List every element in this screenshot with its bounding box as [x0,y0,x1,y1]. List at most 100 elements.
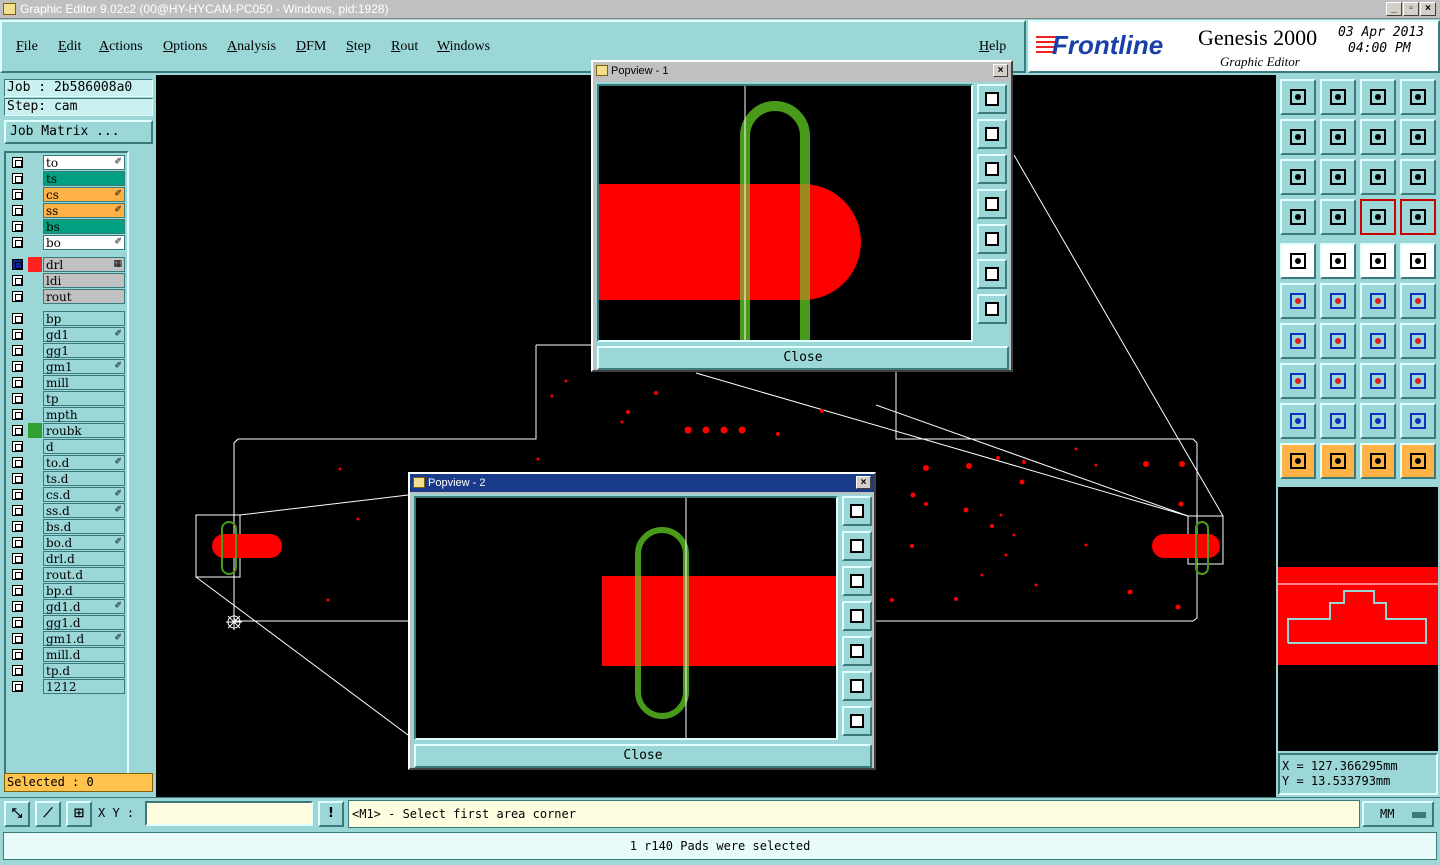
layer-checkbox[interactable] [12,601,23,612]
layer-name[interactable]: d [43,439,125,454]
layer-color-swatch[interactable] [28,257,42,272]
layer-checkbox[interactable] [12,237,23,248]
select-icon[interactable] [1280,443,1316,479]
popview-zoom-out-icon[interactable] [977,294,1007,324]
layer-row-tp[interactable]: tp [8,391,127,406]
layer-checkbox[interactable] [12,205,23,216]
layer-row-roubk[interactable]: roubk [8,423,127,438]
layer-checkbox[interactable] [12,617,23,628]
layer-name[interactable]: ts.d [43,471,125,486]
layer-row-ss[interactable]: ss ✐ [8,203,127,218]
pan-left-icon[interactable] [1280,119,1316,155]
snap-icon[interactable]: ⟋ [35,801,61,827]
layer-checkbox[interactable] [12,291,23,302]
popview-zoom-in-icon[interactable] [977,259,1007,289]
ruler-icon[interactable] [1360,243,1396,279]
popview-pan-right-icon[interactable] [842,636,872,666]
layer-checkbox[interactable] [12,313,23,324]
select-path-icon[interactable] [1400,443,1436,479]
layer-row-bs-d[interactable]: bs.d [8,519,127,534]
layer-row-d[interactable]: d [8,439,127,454]
layer-name[interactable]: ts [43,171,125,186]
layer-checkbox[interactable] [12,259,23,270]
popview-pan-right-icon[interactable] [977,224,1007,254]
layer-name[interactable]: tp [43,391,125,406]
layer-row-cs[interactable]: cs ✐ [8,187,127,202]
layer-name[interactable]: rout [43,289,125,304]
layer-checkbox[interactable] [12,275,23,286]
pan-up-icon[interactable] [1320,79,1356,115]
layer-name[interactable]: bp [43,311,125,326]
popview-zoom-fit-icon[interactable] [842,496,872,526]
layer-checkbox[interactable] [12,521,23,532]
menu-step[interactable]: Step [346,39,371,55]
help-icon[interactable] [1400,159,1436,195]
popview-pan-down-icon[interactable] [977,154,1007,184]
layer-row-1212[interactable]: 1212 [8,679,127,694]
layer-checkbox[interactable] [12,681,23,692]
layer-name[interactable]: drl ▦ [43,257,125,272]
layer-row-mill-d[interactable]: mill.d [8,647,127,662]
popview-pan-left-icon[interactable] [977,189,1007,219]
popview-1-view[interactable] [597,84,973,342]
layer-row-rout-d[interactable]: rout.d [8,567,127,582]
layer-checkbox[interactable] [12,393,23,404]
redraw-icon[interactable] [1400,119,1436,155]
rotate-icon[interactable] [1360,323,1396,359]
layer-checkbox[interactable] [12,409,23,420]
angle-icon[interactable] [1280,323,1316,359]
layer-row-bp-d[interactable]: bp.d [8,583,127,598]
layer-checkbox[interactable] [12,173,23,184]
move-node-icon[interactable] [1360,283,1396,319]
layer-row-to-d[interactable]: to.d ✐ [8,455,127,470]
grid-view-icon[interactable] [1320,199,1356,235]
layer-list[interactable]: to ✐ ts cs ✐ ss ✐ bs bo ✐ drl ▦ ldi rout bp gd1 ✐ gg1 gm1 ✐… [4,151,129,777]
popview-zoom-in-icon[interactable] [842,671,872,701]
layer-checkbox[interactable] [12,473,23,484]
polygon-icon[interactable] [1280,403,1316,439]
layer-name[interactable]: gg1 [43,343,125,358]
polygon-arc-icon[interactable] [1360,403,1396,439]
edit-line-icon[interactable] [1320,243,1356,279]
layer-row-gm1-d[interactable]: gm1.d ✐ [8,631,127,646]
layer-name[interactable]: gm1 ✐ [43,359,125,374]
popview-pan-up-icon[interactable] [977,119,1007,149]
layer-checkbox[interactable] [12,345,23,356]
layer-row-ts[interactable]: ts [8,171,127,186]
layer-name[interactable]: bo.d ✐ [43,535,125,550]
layer-row-rout[interactable]: rout [8,289,127,304]
layer-checkbox[interactable] [12,649,23,660]
layer-row-gd1[interactable]: gd1 ✐ [8,327,127,342]
popview-pan-left-icon[interactable] [842,601,872,631]
layer-name[interactable]: ss.d ✐ [43,503,125,518]
layer-checkbox[interactable] [12,665,23,676]
resize-icon[interactable] [1360,363,1396,399]
layer-row-drl-d[interactable]: drl.d [8,551,127,566]
layer-name[interactable]: mpth [43,407,125,422]
layer-checkbox[interactable] [12,329,23,340]
layer-row-tp-d[interactable]: tp.d [8,663,127,678]
layer-checkbox[interactable] [12,585,23,596]
snap-tool-icon[interactable] [1360,199,1396,235]
overview-preview[interactable] [1278,487,1438,751]
pad-select-icon[interactable] [1400,243,1436,279]
layer-checkbox[interactable] [12,221,23,232]
menu-dfm[interactable]: DFM [296,39,326,55]
layer-checkbox[interactable] [12,633,23,644]
popview-2-close-button[interactable]: Close [414,744,872,768]
popview-zoom-out-icon[interactable] [842,706,872,736]
layer-row-bp[interactable]: bp [8,311,127,326]
layer-checkbox[interactable] [12,189,23,200]
cross-icon[interactable] [1320,283,1356,319]
layer-name[interactable]: gg1.d [43,615,125,630]
layer-checkbox[interactable] [12,553,23,564]
layer-name[interactable]: gd1 ✐ [43,327,125,342]
job-matrix-button[interactable]: Job Matrix ... [4,120,153,144]
layer-name[interactable]: 1212 [43,679,125,694]
connect-icon[interactable] [1280,283,1316,319]
layer-row-bo[interactable]: bo ✐ [8,235,127,250]
home-icon[interactable] [1280,79,1316,115]
menu-actions[interactable]: Actions [99,39,143,55]
layer-name[interactable]: drl.d [43,551,125,566]
layer-name[interactable]: roubk [43,423,125,438]
